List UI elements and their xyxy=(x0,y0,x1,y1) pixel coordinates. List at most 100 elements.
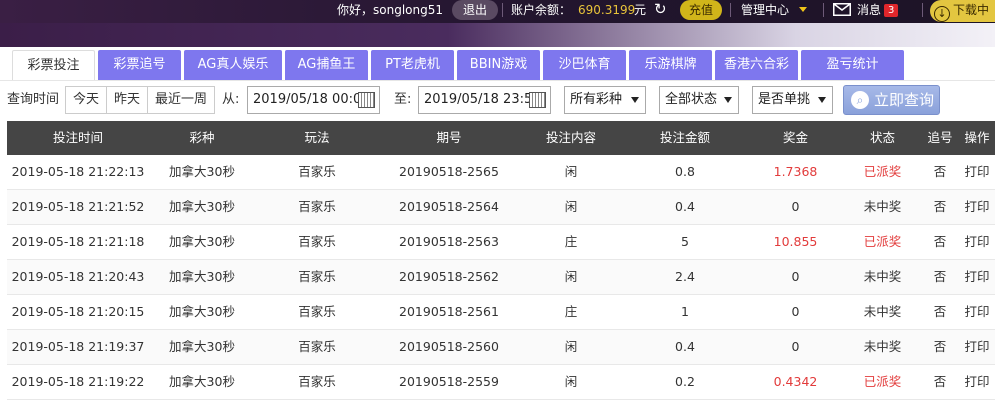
tab-profit-stats[interactable]: 盈亏统计 xyxy=(801,50,904,80)
download-label: 下载中 xyxy=(953,3,990,17)
tab-ag-fishing[interactable]: AG捕鱼王 xyxy=(285,50,368,80)
tab-leyou-chess[interactable]: 乐游棋牌 xyxy=(629,50,712,80)
recharge-button[interactable]: 充值 xyxy=(680,0,723,20)
dropdown-arrow-icon xyxy=(724,97,732,103)
print-link[interactable]: 打印 xyxy=(959,155,995,189)
cell-prize: 0 xyxy=(791,339,800,354)
yesterday-button[interactable]: 昨天 xyxy=(107,87,149,113)
cell-play-type: 百家乐 xyxy=(298,199,336,214)
header-banner xyxy=(0,23,995,47)
dropdown-arrow-icon xyxy=(631,97,639,103)
query-now-button[interactable]: ⌕ 立即查询 xyxy=(843,85,940,115)
calendar-icon[interactable] xyxy=(529,92,546,108)
from-date-input[interactable]: 2019/05/18 00:00 xyxy=(247,86,380,114)
cell-bet-amount: 0.4 xyxy=(675,339,695,354)
messages-label: 消息 xyxy=(857,3,882,17)
status-select[interactable]: 全部状态 xyxy=(659,86,739,114)
messages-link[interactable]: 消息 3 xyxy=(833,0,899,23)
cell-issue-number: 20190518-2559 xyxy=(399,374,499,389)
to-date-input[interactable]: 2019/05/18 23:59 xyxy=(418,86,551,114)
management-center-label: 管理中心 xyxy=(741,3,790,17)
download-button[interactable]: ↓ 下载中 xyxy=(930,0,995,22)
today-button[interactable]: 今天 xyxy=(66,87,108,113)
cell-bet-amount: 5 xyxy=(681,234,689,249)
cell-chase: 否 xyxy=(933,374,947,389)
cell-bet-time: 2019-05-18 21:20:43 xyxy=(11,269,145,284)
cell-bet-time: 2019-05-18 21:19:22 xyxy=(11,374,145,389)
filter-bar: 查询时间 今天 昨天 最近一周 从: 2019/05/18 00:00 至: 2… xyxy=(0,85,995,116)
cell-status: 未中奖 xyxy=(863,339,902,354)
print-link[interactable]: 打印 xyxy=(959,225,995,259)
top-bar: 你好，songlong51 退出 账户余额： 690.3199 元 ↻ 充值 管… xyxy=(0,0,995,23)
cell-issue-number: 20190518-2563 xyxy=(399,234,499,249)
tab-bbin-games[interactable]: BBIN游戏 xyxy=(457,50,540,80)
tab-divider xyxy=(0,80,995,81)
print-link[interactable]: 打印 xyxy=(959,190,995,224)
tab-pt-slots[interactable]: PT老虎机 xyxy=(371,50,454,80)
table-row: 2019-05-18 21:21:52 加拿大30秒 百家乐 20190518-256… xyxy=(7,190,995,225)
cell-lottery-type: 加拿大30秒 xyxy=(169,269,235,284)
table-row: 2019-05-18 21:19:37 加拿大30秒 百家乐 20190518-256… xyxy=(7,330,995,365)
table-body: 2019-05-18 21:22:13 加拿大30秒 百家乐 20190518-256… xyxy=(7,155,995,400)
cell-issue-number: 20190518-2561 xyxy=(399,304,499,319)
cell-chase: 否 xyxy=(933,269,947,284)
cell-bet-time: 2019-05-18 21:20:15 xyxy=(11,304,145,319)
cell-chase: 否 xyxy=(933,199,947,214)
print-link[interactable]: 打印 xyxy=(959,330,995,364)
table-row: 2019-05-18 21:20:43 加拿大30秒 百家乐 20190518-256… xyxy=(7,260,995,295)
cell-lottery-type: 加拿大30秒 xyxy=(169,234,235,249)
cell-bet-content: 庄 xyxy=(564,304,578,319)
divider xyxy=(502,3,503,17)
divider xyxy=(730,3,731,17)
tab-saba-sports[interactable]: 沙巴体育 xyxy=(543,50,626,80)
management-center-menu[interactable]: 管理中心 xyxy=(741,0,808,23)
balance-label: 账户余额： xyxy=(511,3,572,17)
quick-range-group: 今天 昨天 最近一周 xyxy=(65,86,216,114)
last-week-button[interactable]: 最近一周 xyxy=(148,87,214,113)
greeting-text: 你好，songlong51 xyxy=(337,3,443,17)
cell-bet-content: 闲 xyxy=(564,269,578,284)
cell-status: 已派奖 xyxy=(863,234,902,249)
divider xyxy=(922,3,923,17)
column-header-issue-number: 期号 xyxy=(436,130,462,145)
to-date-value: 2019/05/18 23:59 xyxy=(424,92,541,107)
cell-issue-number: 20190518-2560 xyxy=(399,339,499,354)
search-icon: ⌕ xyxy=(851,91,869,109)
from-date-value: 2019/05/18 00:00 xyxy=(253,92,370,107)
cell-lottery-type: 加拿大30秒 xyxy=(169,339,235,354)
column-header-bet-content: 投注内容 xyxy=(545,130,596,145)
tab-lottery-bet[interactable]: 彩票投注 xyxy=(12,50,95,80)
print-link[interactable]: 打印 xyxy=(959,365,995,399)
lottery-type-select[interactable]: 所有彩种 xyxy=(564,86,646,114)
cell-bet-amount: 0.8 xyxy=(675,164,695,179)
dropdown-arrow-icon xyxy=(818,97,826,103)
cell-play-type: 百家乐 xyxy=(298,234,336,249)
table-row: 2019-05-18 21:22:13 加拿大30秒 百家乐 20190518-256… xyxy=(7,155,995,190)
cell-bet-content: 闲 xyxy=(564,164,578,179)
balance-unit: 元 xyxy=(634,3,647,17)
print-link[interactable]: 打印 xyxy=(959,260,995,294)
column-header-status: 状态 xyxy=(869,130,895,145)
cell-prize: 1.7368 xyxy=(773,164,818,179)
single-pick-value: 是否单挑 xyxy=(758,92,811,107)
tab-lottery-chase[interactable]: 彩票追号 xyxy=(98,50,181,80)
query-now-label: 立即查询 xyxy=(874,91,935,109)
single-pick-select[interactable]: 是否单挑 xyxy=(752,86,833,114)
divider xyxy=(823,3,824,17)
cell-chase: 否 xyxy=(933,339,947,354)
logout-button[interactable]: 退出 xyxy=(452,0,499,20)
calendar-icon[interactable] xyxy=(358,92,375,108)
print-link[interactable]: 打印 xyxy=(959,295,995,329)
cell-issue-number: 20190518-2562 xyxy=(399,269,499,284)
cell-bet-time: 2019-05-18 21:21:52 xyxy=(11,199,145,214)
cell-lottery-type: 加拿大30秒 xyxy=(169,164,235,179)
refresh-icon[interactable]: ↻ xyxy=(654,0,667,23)
envelope-icon xyxy=(833,3,851,16)
tab-ag-live[interactable]: AG真人娱乐 xyxy=(184,50,282,80)
to-label: 至: xyxy=(394,92,412,107)
cell-prize: 0.4342 xyxy=(773,374,818,389)
cell-prize: 0 xyxy=(791,269,800,284)
tab-hk-mark-six[interactable]: 香港六合彩 xyxy=(715,50,798,80)
cell-bet-amount: 0.2 xyxy=(675,374,695,389)
column-header-chase: 追号 xyxy=(927,130,953,145)
